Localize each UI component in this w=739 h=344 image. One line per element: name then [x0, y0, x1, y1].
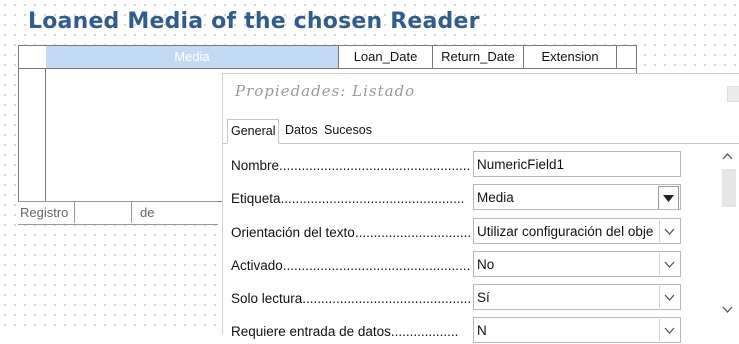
property-scrollbar[interactable]: [719, 149, 739, 329]
orientacion-value: Utilizar configuración del obje: [477, 224, 654, 239]
properties-dialog: Propiedades: Listado General Datos Suces…: [222, 73, 739, 344]
scrollbar-thumb[interactable]: [722, 169, 736, 207]
etiqueta-dropdown-button[interactable]: [658, 186, 679, 209]
requiere-entrada-value: N: [477, 323, 487, 338]
tab-sucesos[interactable]: Sucesos: [321, 119, 375, 142]
column-header-return-date[interactable]: Return_Date: [433, 46, 524, 68]
record-number-field[interactable]: [74, 202, 132, 223]
triangle-down-icon: [663, 194, 674, 202]
nombre-value: NumericField1: [477, 157, 565, 172]
property-label-activado: Activado................................…: [231, 258, 471, 273]
property-label-orientacion: Orientación del texto...................…: [231, 225, 471, 240]
of-label: de: [140, 205, 155, 220]
solo-lectura-select[interactable]: Sí: [473, 284, 681, 310]
activado-select[interactable]: No: [473, 251, 681, 277]
requiere-entrada-select[interactable]: N: [473, 317, 681, 343]
requiere-entrada-dropdown-button[interactable]: [659, 319, 679, 341]
close-button[interactable]: [727, 86, 739, 102]
etiqueta-value: Media: [477, 190, 514, 205]
property-label-etiqueta: Etiqueta................................…: [231, 191, 465, 206]
chevron-down-icon[interactable]: [722, 306, 733, 313]
chevron-down-icon: [664, 327, 675, 334]
solo-lectura-dropdown-button[interactable]: [659, 286, 679, 308]
tab-datos[interactable]: Datos: [282, 119, 321, 142]
solo-lectura-value: Sí: [477, 290, 490, 305]
nombre-field[interactable]: NumericField1: [473, 151, 681, 177]
column-header-loan-date[interactable]: Loan_Date: [339, 46, 433, 68]
etiqueta-field[interactable]: Media: [473, 184, 681, 210]
property-list: Nombre..................................…: [223, 144, 739, 344]
property-label-solo-lectura: Solo lectura............................…: [231, 291, 471, 306]
property-label-nombre: Nombre..................................…: [231, 158, 471, 173]
chevron-up-icon[interactable]: [722, 153, 733, 160]
form-title: Loaned Media of the chosen Reader: [28, 9, 480, 34]
orientacion-select[interactable]: Utilizar configuración del obje: [473, 218, 681, 244]
record-navigator: Registro de: [18, 201, 218, 225]
column-header-extension[interactable]: Extension: [524, 46, 617, 68]
dialog-title: Propiedades: Listado: [235, 82, 416, 100]
activado-value: No: [477, 257, 495, 272]
tab-bar: General Datos Sucesos: [223, 119, 739, 144]
record-label: Registro: [20, 205, 69, 220]
orientacion-dropdown-button[interactable]: [659, 220, 679, 242]
chevron-down-icon: [664, 294, 675, 301]
tab-general[interactable]: General: [227, 119, 280, 144]
activado-dropdown-button[interactable]: [659, 253, 679, 275]
chevron-down-icon: [664, 228, 675, 235]
chevron-down-icon: [664, 261, 675, 268]
column-header-media[interactable]: Media: [46, 46, 339, 68]
property-label-requiere-entrada: Requiere entrada de datos...............…: [231, 324, 459, 339]
row-selector-column: [19, 46, 46, 201]
